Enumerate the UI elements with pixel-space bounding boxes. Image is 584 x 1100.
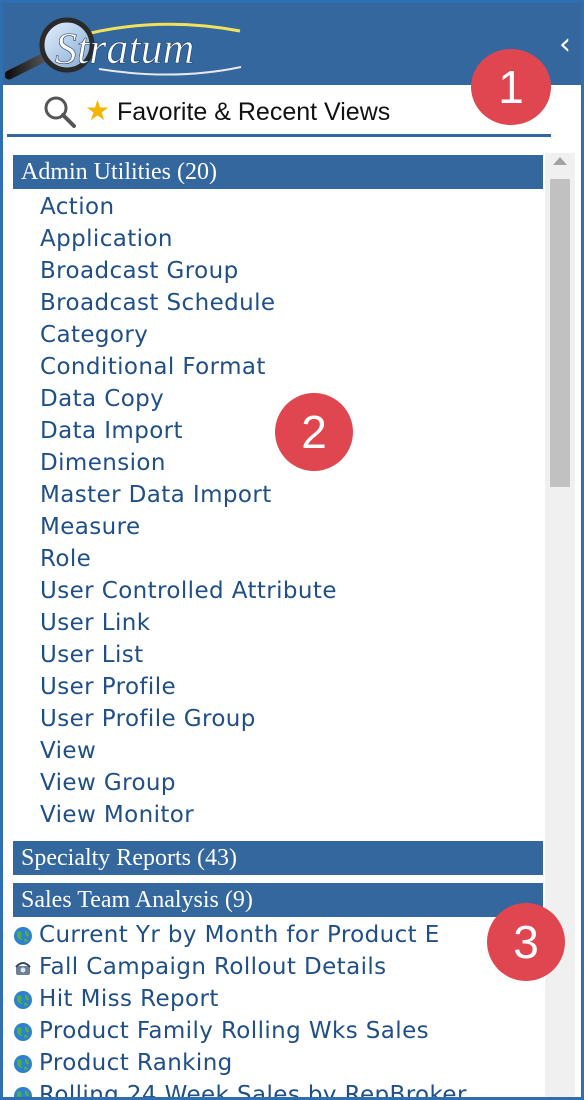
view-tree: Admin Utilities (20) Action Application Br… xyxy=(13,153,543,1100)
stratum-logo: Stratum xyxy=(5,17,242,80)
admin-utility-item[interactable]: User Profile xyxy=(40,671,176,703)
globe-icon xyxy=(14,927,32,945)
navigation-panel: Stratum ‹ ★ Favorite & Recent Views Admi… xyxy=(0,0,584,1100)
admin-utility-item[interactable]: View xyxy=(40,735,96,767)
callout-badge-2: 2 xyxy=(275,393,353,471)
admin-utility-item[interactable]: Role xyxy=(40,543,91,575)
admin-utility-item[interactable]: Application xyxy=(40,223,173,255)
favorites-label: Favorite & Recent Views xyxy=(117,98,391,126)
admin-utility-item[interactable]: User Link xyxy=(40,607,150,639)
sales-report-label: Product Ranking xyxy=(39,1050,233,1076)
callout-badge-1: 1 xyxy=(471,49,551,125)
admin-utility-item[interactable]: Conditional Format xyxy=(40,351,266,383)
admin-utility-item[interactable]: User Controlled Attribute xyxy=(40,575,337,607)
sales-report-label: Current Yr by Month for Product E xyxy=(39,922,440,948)
admin-utility-item[interactable]: Action xyxy=(40,191,114,223)
star-icon: ★ xyxy=(85,94,111,127)
admin-utility-item[interactable]: Broadcast Group xyxy=(40,255,239,287)
admin-utility-item[interactable]: Data Copy xyxy=(40,383,164,415)
broadcast-icon xyxy=(15,962,31,975)
admin-utility-item[interactable]: View Group xyxy=(40,767,176,799)
globe-icon xyxy=(14,1087,32,1097)
admin-utility-item[interactable]: Dimension xyxy=(40,447,166,479)
group-header-admin-utilities[interactable]: Admin Utilities (20) xyxy=(13,155,543,189)
logo-text: Stratum xyxy=(55,24,194,73)
sales-report-label: Product Family Rolling Wks Sales xyxy=(39,1018,430,1044)
callout-badge-3: 3 xyxy=(487,903,565,981)
favorites-recent-views-button[interactable]: ★ Favorite & Recent Views xyxy=(7,91,551,137)
admin-utility-item[interactable]: User Profile Group xyxy=(40,703,256,735)
globe-icon xyxy=(14,1023,32,1041)
admin-utility-item[interactable]: View Monitor xyxy=(40,799,194,831)
admin-utility-item[interactable]: Data Import xyxy=(40,415,183,447)
scrollbar-thumb[interactable] xyxy=(550,179,570,487)
collapse-panel-chevron-left-icon[interactable]: ‹ xyxy=(555,25,575,65)
globe-icon xyxy=(14,1055,32,1073)
admin-utility-item[interactable]: Broadcast Schedule xyxy=(40,287,275,319)
sales-report-label: Rolling 24 Week Sales by RepBroker xyxy=(39,1082,467,1100)
admin-utility-item[interactable]: Measure xyxy=(40,511,141,543)
globe-icon xyxy=(14,991,32,1009)
sales-report-label: Fall Campaign Rollout Details xyxy=(39,954,387,980)
sales-report-label: Hit Miss Report xyxy=(39,986,219,1012)
admin-utility-item[interactable]: User List xyxy=(40,639,144,671)
scroll-up-arrow-icon[interactable] xyxy=(553,157,567,165)
group-header-specialty-reports[interactable]: Specialty Reports (43) xyxy=(13,841,543,875)
search-icon xyxy=(44,96,76,128)
admin-utility-item[interactable]: Master Data Import xyxy=(40,479,272,511)
group-header-sales-team-analysis[interactable]: Sales Team Analysis (9) xyxy=(13,883,543,917)
admin-utility-item[interactable]: Category xyxy=(40,319,148,351)
